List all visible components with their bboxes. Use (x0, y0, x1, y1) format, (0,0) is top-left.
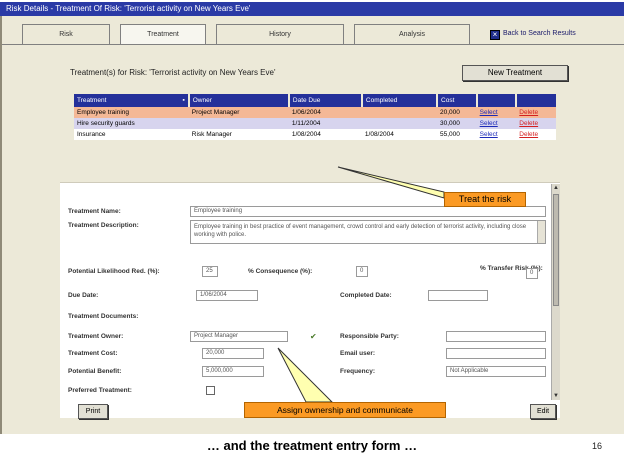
callout-pointers (277, 166, 445, 403)
slide: Risk Details - Treatment Of Risk: 'Terro… (0, 0, 624, 462)
assign-ownership-callout: Assign ownership and communicate (244, 402, 446, 418)
page-number: 16 (592, 441, 603, 451)
treat-callout-pointer (337, 166, 445, 199)
treat-the-risk-callout: Treat the risk (444, 192, 526, 207)
slide-caption: … and the treatment entry form … (206, 438, 418, 453)
assign-callout-pointer (277, 347, 334, 403)
